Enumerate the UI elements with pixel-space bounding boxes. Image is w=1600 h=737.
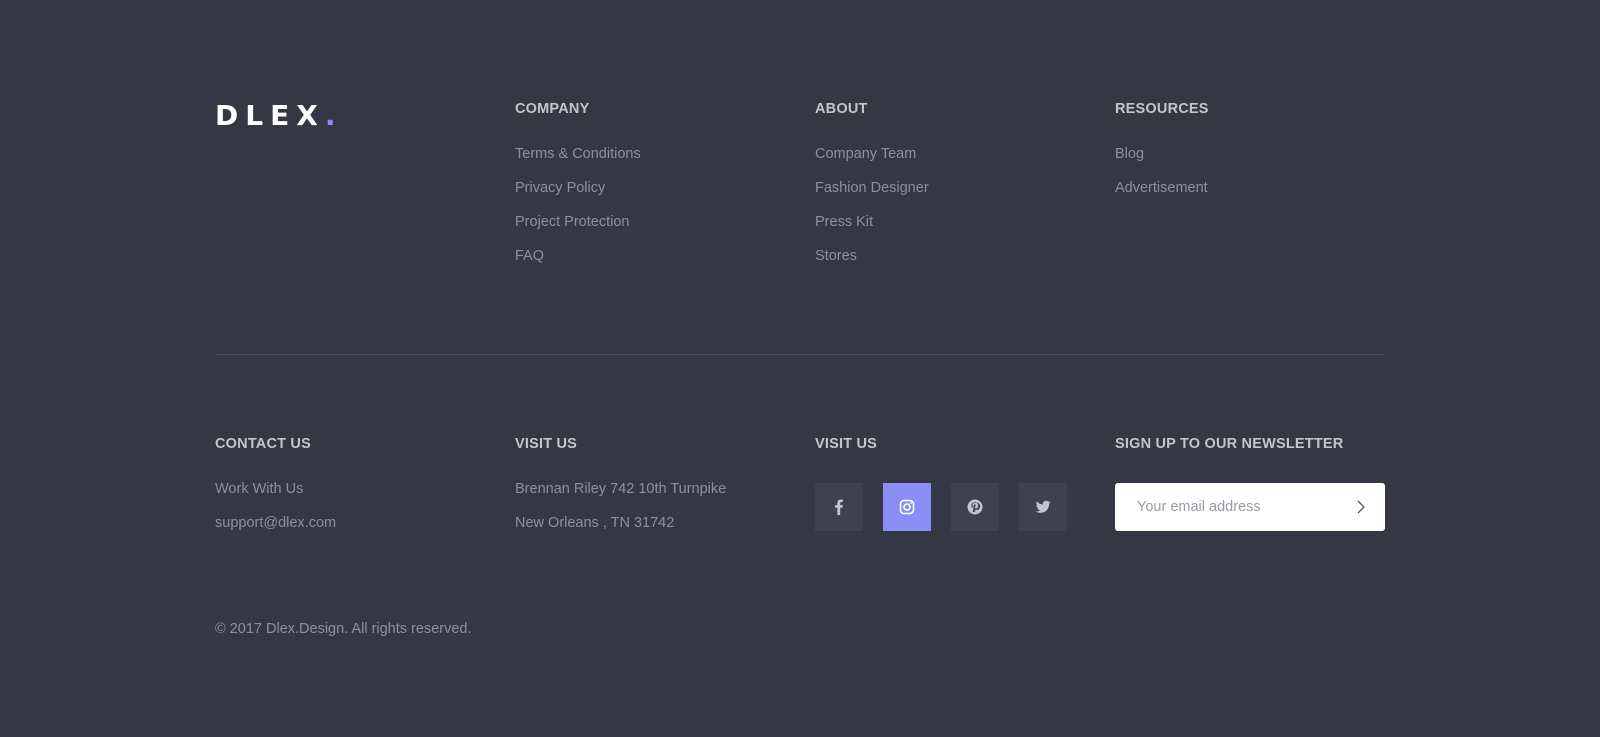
facebook-icon xyxy=(835,499,843,515)
column-heading: RESOURCES xyxy=(1115,101,1209,117)
column-heading: CONTACT US xyxy=(215,436,311,452)
column-heading: SIGN UP TO OUR NEWSLETTER xyxy=(1115,436,1344,452)
footer-column-company: COMPANY Terms & Conditions Privacy Polic… xyxy=(515,100,641,281)
column-heading: COMPANY xyxy=(515,101,590,117)
list-item: Project Protection xyxy=(515,213,641,247)
link-privacy-policy[interactable]: Privacy Policy xyxy=(515,180,605,196)
list-item: Privacy Policy xyxy=(515,179,641,213)
link-terms-conditions[interactable]: Terms & Conditions xyxy=(515,146,641,162)
footer-column-visit-address: VISIT US Brennan Riley 742 10th Turnpike… xyxy=(515,435,726,548)
list-item: Fashion Designer xyxy=(815,179,929,213)
column-heading: ABOUT xyxy=(815,101,868,117)
address-list: Brennan Riley 742 10th Turnpike New Orle… xyxy=(515,480,726,548)
list-item: FAQ xyxy=(515,247,641,281)
list-item: Terms & Conditions xyxy=(515,145,641,179)
email-input[interactable] xyxy=(1135,498,1351,516)
column-heading: VISIT US xyxy=(515,436,578,452)
footer-column-about: ABOUT Company Team Fashion Designer Pres… xyxy=(815,100,929,281)
footer-column-social: VISIT US xyxy=(815,435,1067,531)
footer-column-contact: CONTACT US Work With Us support@dlex.com xyxy=(215,435,336,548)
link-list: Work With Us support@dlex.com xyxy=(215,480,336,548)
link-press-kit[interactable]: Press Kit xyxy=(815,214,873,230)
twitter-icon xyxy=(1035,500,1051,513)
link-list: Terms & Conditions Privacy Policy Projec… xyxy=(515,145,641,281)
list-item: support@dlex.com xyxy=(215,514,336,548)
instagram-icon xyxy=(899,499,915,515)
footer-column-newsletter: SIGN UP TO OUR NEWSLETTER xyxy=(1115,435,1385,531)
address-line-1: Brennan Riley 742 10th Turnpike xyxy=(515,481,727,497)
list-item: New Orleans , TN 31742 xyxy=(515,514,726,548)
list-item: Stores xyxy=(815,247,929,281)
link-blog[interactable]: Blog xyxy=(1115,146,1144,162)
link-company-team[interactable]: Company Team xyxy=(815,146,916,162)
brand-logo[interactable]: DLEX. xyxy=(215,98,335,134)
list-item: Company Team xyxy=(815,145,929,179)
list-item: Blog xyxy=(1115,145,1209,179)
link-advertisement[interactable]: Advertisement xyxy=(1115,180,1208,196)
list-item: Brennan Riley 742 10th Turnpike xyxy=(515,480,726,514)
copyright-text: © 2017 Dlex.Design. All rights reserved. xyxy=(215,621,472,637)
link-support-email[interactable]: support@dlex.com xyxy=(215,515,336,531)
link-list: Company Team Fashion Designer Press Kit … xyxy=(815,145,929,281)
pinterest-icon xyxy=(967,499,983,515)
list-item: Press Kit xyxy=(815,213,929,247)
social-links xyxy=(815,483,1067,531)
address-line-2: New Orleans , TN 31742 xyxy=(515,515,675,531)
link-stores[interactable]: Stores xyxy=(815,248,857,264)
list-item: Work With Us xyxy=(215,480,336,514)
logo-text: DLEX xyxy=(215,99,325,132)
newsletter-form xyxy=(1115,483,1385,531)
instagram-button[interactable] xyxy=(883,483,931,531)
link-list: Blog Advertisement xyxy=(1115,145,1209,213)
twitter-button[interactable] xyxy=(1019,483,1067,531)
link-project-protection[interactable]: Project Protection xyxy=(515,214,629,230)
footer-column-resources: RESOURCES Blog Advertisement xyxy=(1115,100,1209,213)
pinterest-button[interactable] xyxy=(951,483,999,531)
chevron-right-icon xyxy=(1357,500,1365,514)
link-work-with-us[interactable]: Work With Us xyxy=(215,481,303,497)
logo-dot: . xyxy=(324,99,336,132)
newsletter-submit-button[interactable] xyxy=(1351,495,1371,519)
footer-divider xyxy=(215,354,1385,355)
facebook-button[interactable] xyxy=(815,483,863,531)
list-item: Advertisement xyxy=(1115,179,1209,213)
link-faq[interactable]: FAQ xyxy=(515,248,544,264)
column-heading: VISIT US xyxy=(815,436,878,452)
link-fashion-designer[interactable]: Fashion Designer xyxy=(815,180,929,196)
